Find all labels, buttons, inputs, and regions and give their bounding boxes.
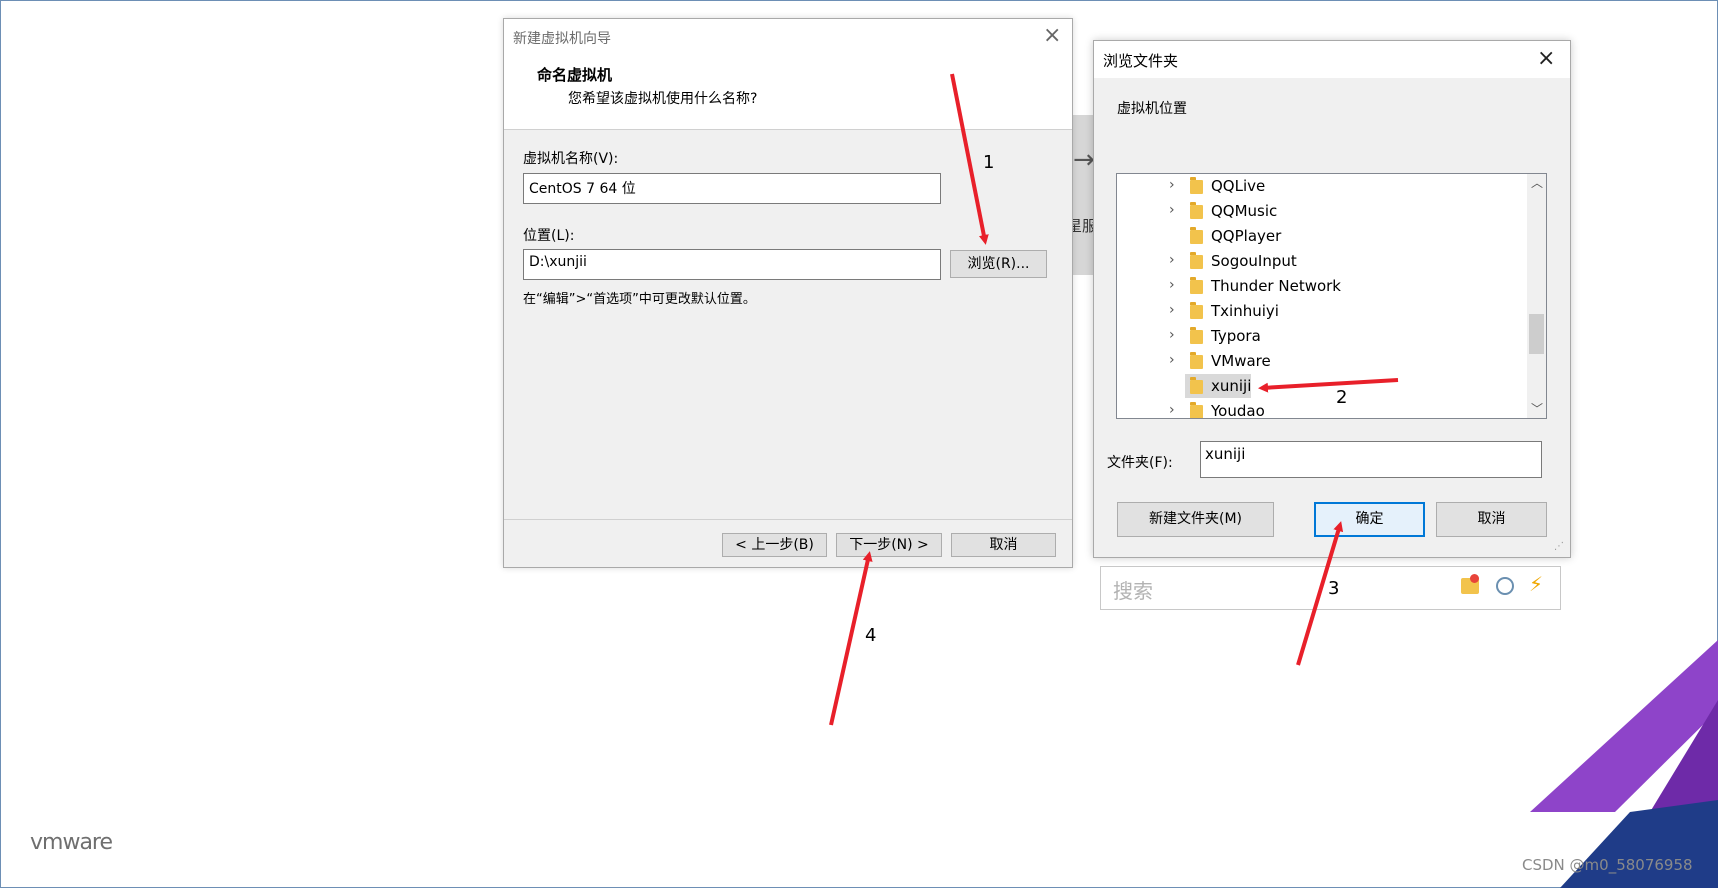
annotation-label-1: 1 xyxy=(983,152,995,173)
watermark: CSDN @m0_58076958 xyxy=(1522,856,1693,874)
annotation-overlay xyxy=(829,73,1399,726)
annotation-arrow-1 xyxy=(950,73,989,245)
annotation-arrow-2 xyxy=(1258,378,1399,393)
vmware-corner-graphic xyxy=(1530,640,1718,888)
vmware-logo: vmware xyxy=(30,830,113,855)
annotation-label-3: 3 xyxy=(1328,578,1340,599)
annotation-arrow-4 xyxy=(829,551,873,726)
annotation-label-2: 2 xyxy=(1336,387,1348,408)
annotation-label-4: 4 xyxy=(865,625,877,646)
